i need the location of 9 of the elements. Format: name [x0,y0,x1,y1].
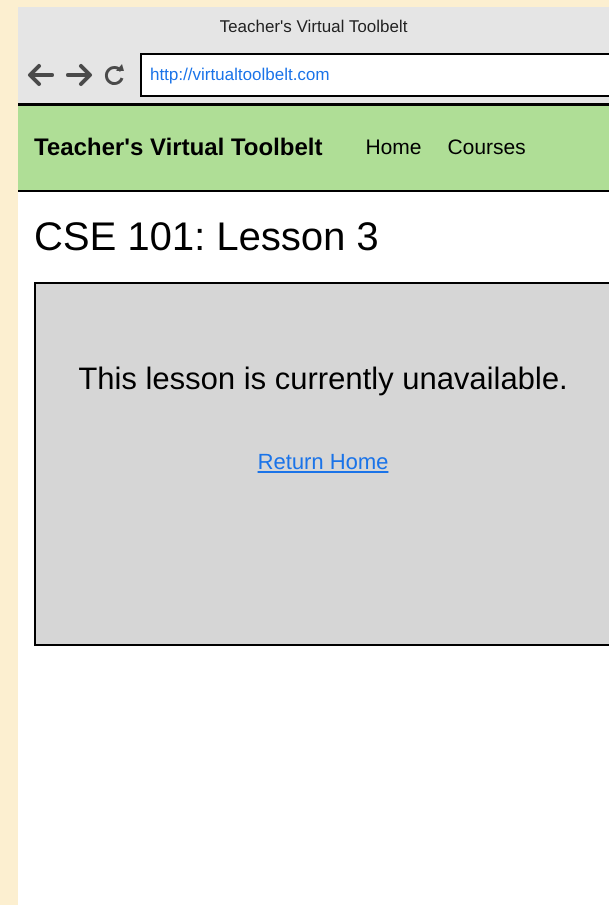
site-brand[interactable]: Teacher's Virtual Toolbelt [34,130,322,166]
address-field[interactable]: http://virtualtoolbelt.com [140,53,609,97]
nav-link[interactable]: Courses [447,132,526,164]
back-arrow-icon[interactable] [26,63,56,87]
unavailable-message: This lesson is currently unavailable. [78,360,568,398]
forward-arrow-icon[interactable] [64,63,94,87]
nav-link[interactable]: Home [365,132,422,164]
page-heading: CSE 101: Lesson 3 [34,214,380,261]
window-title: Teacher's Virtual Toolbelt [220,16,408,38]
